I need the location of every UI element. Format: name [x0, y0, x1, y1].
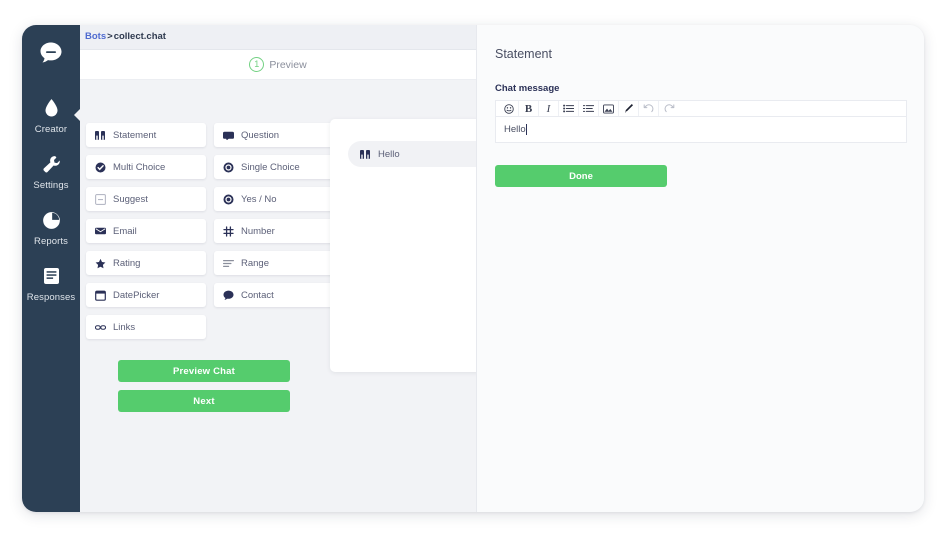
next-button[interactable]: Next — [118, 390, 290, 412]
widget-label: Multi Choice — [113, 161, 166, 173]
widget-button-range[interactable]: Range — [214, 251, 334, 275]
suggest-box-icon — [95, 193, 106, 205]
widget-label: Range — [241, 257, 269, 269]
sidebar-item-responses[interactable]: Responses — [22, 255, 80, 311]
widget-button-single-choice[interactable]: Single Choice — [214, 155, 334, 179]
sidebar-item-label: Settings — [33, 180, 69, 191]
check-circle-icon — [95, 162, 106, 173]
widget-palette: Statement Question Multi Choice Single C… — [86, 123, 334, 339]
widget-label: Email — [113, 225, 137, 237]
chat-bubble-icon — [40, 42, 62, 63]
palette-actions: Preview Chat Next — [118, 360, 290, 420]
widget-label: Statement — [113, 129, 157, 141]
redo-icon[interactable] — [659, 101, 679, 116]
pie-chart-icon — [22, 208, 80, 232]
sidebar-item-label: Responses — [26, 292, 76, 303]
chat-message-input[interactable]: Hello — [495, 117, 907, 143]
editor-toolbar: B I — [495, 100, 907, 117]
app-logo[interactable] — [22, 40, 80, 66]
hash-icon — [223, 225, 234, 237]
widget-label: Single Choice — [241, 161, 300, 173]
italic-icon[interactable]: I — [539, 101, 559, 116]
contact-icon — [223, 290, 234, 301]
speech-bubble-icon — [223, 130, 234, 141]
emoji-icon[interactable] — [499, 101, 519, 116]
widget-button-links[interactable]: Links — [86, 315, 206, 339]
widget-label: DatePicker — [113, 289, 160, 301]
star-icon — [95, 258, 106, 269]
widget-label: Yes / No — [241, 193, 277, 205]
panel-title: Statement — [495, 47, 552, 61]
radio-circle-icon — [223, 194, 234, 205]
widget-button-number[interactable]: Number — [214, 219, 334, 243]
widget-button-question[interactable]: Question — [214, 123, 334, 147]
envelope-icon — [95, 226, 106, 237]
builder-column: Bots>collect.chat 1 Preview Statement Qu… — [80, 25, 545, 512]
widget-button-statement[interactable]: Statement — [86, 123, 206, 147]
sidebar-item-label: Creator — [34, 124, 68, 135]
widget-button-suggest[interactable]: Suggest — [86, 187, 206, 211]
link-icon — [95, 322, 106, 333]
widget-button-contact[interactable]: Contact — [214, 283, 334, 307]
quote-icon — [95, 130, 106, 141]
quote-icon — [360, 149, 371, 160]
ordered-list-icon[interactable] — [579, 101, 599, 116]
widget-button-datepicker[interactable]: DatePicker — [86, 283, 206, 307]
image-icon[interactable] — [599, 101, 619, 116]
step-label: Preview — [269, 58, 307, 71]
step-bar: 1 Preview — [80, 50, 476, 80]
sidebar-item-settings[interactable]: Settings — [22, 143, 80, 199]
sidebar-item-reports[interactable]: Reports — [22, 199, 80, 255]
builder-body: Statement Question Multi Choice Single C… — [80, 80, 545, 511]
done-button[interactable]: Done — [495, 165, 667, 187]
widget-button-yes-no[interactable]: Yes / No — [214, 187, 334, 211]
widget-label: Rating — [113, 257, 141, 269]
step-preview[interactable]: 1 Preview — [249, 57, 307, 72]
range-lines-icon — [223, 258, 234, 269]
app-window: Creator Settings Reports Responses Bots>… — [22, 25, 924, 512]
canvas-node-label: Hello — [378, 148, 400, 160]
step-number: 1 — [249, 57, 265, 72]
properties-panel: Statement Chat message B I Hello Done — [476, 25, 924, 512]
widget-label: Number — [241, 225, 275, 237]
sidebar-item-label: Reports — [34, 236, 68, 247]
breadcrumb-separator: > — [107, 31, 113, 42]
widget-button-multi-choice[interactable]: Multi Choice — [86, 155, 206, 179]
chat-message-label: Chat message — [495, 83, 560, 94]
preview-chat-button[interactable]: Preview Chat — [118, 360, 290, 382]
wrench-icon — [22, 152, 80, 176]
widget-label: Links — [113, 321, 136, 333]
sidebar-item-creator[interactable]: Creator — [22, 87, 80, 143]
text-caret — [526, 124, 528, 135]
sidebar-items: Creator Settings Reports Responses — [22, 87, 80, 311]
widget-label: Contact — [241, 289, 274, 301]
breadcrumb-current: collect.chat — [113, 31, 166, 42]
widget-button-email[interactable]: Email — [86, 219, 206, 243]
chat-message-value: Hello — [504, 124, 526, 135]
radio-circle-icon — [223, 162, 234, 173]
bold-icon[interactable]: B — [519, 101, 539, 116]
pen-icon[interactable] — [619, 101, 639, 116]
sidebar-rail: Creator Settings Reports Responses — [22, 25, 80, 512]
widget-label: Question — [241, 129, 280, 141]
breadcrumb: Bots>collect.chat — [80, 25, 476, 50]
widget-button-rating[interactable]: Rating — [86, 251, 206, 275]
bullet-list-icon[interactable] — [559, 101, 579, 116]
breadcrumb-root-link[interactable]: Bots — [85, 31, 106, 42]
widget-label: Suggest — [113, 193, 148, 205]
calendar-icon — [95, 290, 106, 301]
undo-icon[interactable] — [639, 101, 659, 116]
water-drop-icon — [22, 96, 80, 120]
document-lines-icon — [22, 264, 80, 288]
